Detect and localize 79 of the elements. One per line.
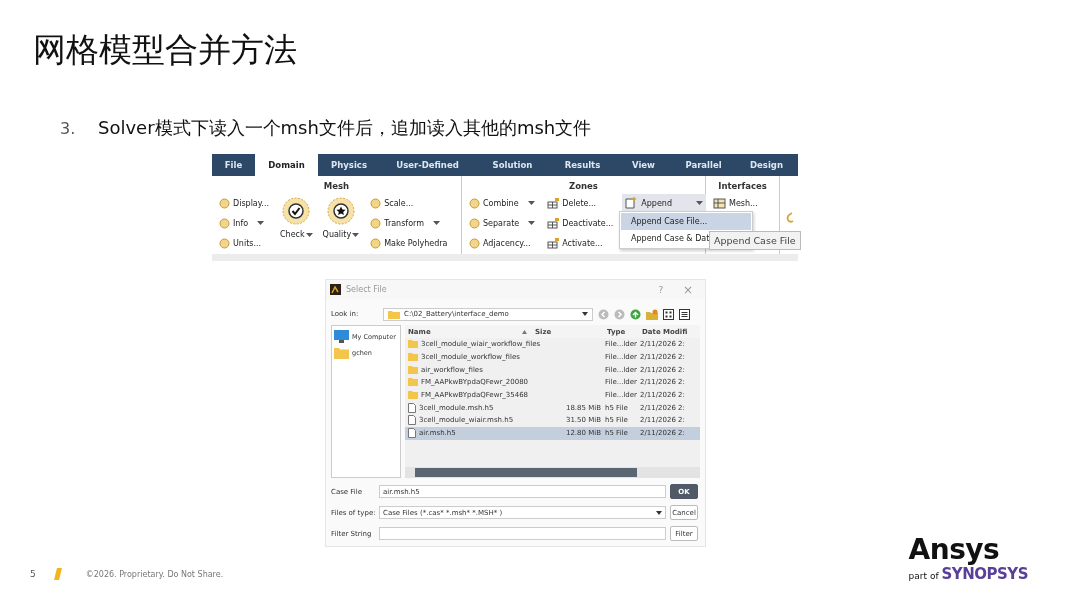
ribbon-large-button[interactable]: Quality [320, 194, 362, 242]
forward-icon[interactable] [614, 308, 625, 320]
caret-icon [433, 221, 440, 225]
caret-icon [656, 510, 662, 515]
file-icon [408, 402, 416, 413]
monitor-icon [334, 330, 349, 343]
slide-title: 网格模型合并方法 [33, 30, 297, 70]
ribbon-tab[interactable]: Solution [475, 154, 550, 176]
ribbon-tab[interactable]: View [615, 154, 672, 176]
tool-icon [469, 217, 480, 229]
copyright-text: ©2026. Proprietary. Do Not Share. [85, 569, 224, 579]
list-number: 3. [60, 119, 77, 138]
group-title: Interfaces [718, 181, 767, 192]
icon-view-icon[interactable] [663, 308, 674, 320]
slash-icon [53, 568, 62, 580]
mesh-icon [713, 197, 726, 209]
menu-item[interactable]: Append Case File... [621, 213, 751, 230]
group-title: Mesh [323, 181, 350, 192]
tool-icon [370, 197, 382, 209]
page-number: 5 [30, 569, 36, 579]
ribbon-button[interactable]: Transform [367, 214, 451, 232]
tool-icon [219, 217, 230, 229]
caret-icon [257, 221, 265, 225]
tool-icon [370, 217, 382, 229]
back-icon[interactable] [598, 308, 609, 320]
list-view-icon[interactable] [679, 308, 690, 320]
ribbon-button[interactable]: Deactivate... [544, 214, 617, 232]
ribbon-button[interactable]: Make Polyhedra [367, 234, 451, 252]
filter-string-field[interactable] [379, 527, 666, 540]
ribbon-button[interactable]: Display... [216, 194, 272, 212]
table-icon [547, 217, 560, 229]
folder-icon [334, 347, 349, 359]
file-icon [408, 415, 416, 426]
horizontal-scrollbar[interactable] [405, 467, 700, 478]
ribbon-button[interactable]: Scale... [367, 194, 451, 212]
table-icon [547, 197, 560, 209]
company-logo: Ansys part of SYNOPSYS [908, 535, 1028, 583]
up-arrow-icon[interactable] [630, 308, 641, 320]
caret-icon [696, 201, 704, 205]
file-icon [408, 428, 416, 439]
ribbon-button[interactable]: Append [622, 194, 707, 212]
ribbon-tab[interactable]: Design [735, 154, 798, 176]
table-icon [547, 237, 560, 249]
check-mark-icon [282, 197, 311, 225]
ribbon-button[interactable]: Mesh... [710, 194, 761, 212]
ribbon-tab[interactable]: User-Defined [380, 154, 475, 176]
ribbon-button[interactable]: Delete... [544, 194, 617, 212]
ribbon-tab[interactable]: Parallel [672, 154, 735, 176]
tool-icon [219, 237, 230, 249]
tool-icon [469, 237, 480, 249]
ribbon-tab[interactable]: Results [550, 154, 615, 176]
ribbon-tab[interactable]: File [212, 154, 255, 176]
new-folder-icon[interactable] [646, 308, 658, 320]
ribbon-button[interactable]: Adjacency... [466, 234, 539, 252]
tool-icon [370, 237, 382, 249]
tool-icon [219, 197, 230, 209]
dialog-title: Select File [346, 285, 388, 294]
ribbon-tab[interactable]: Domain [255, 154, 318, 176]
bullet-text: Solver模式下读入一个msh文件后，追加读入其他的msh文件 [98, 116, 592, 140]
page-icon [625, 197, 639, 209]
ribbon-button[interactable]: Combine [466, 194, 539, 212]
tool-icon [469, 197, 480, 209]
group-title: Zones [569, 181, 598, 192]
caret-icon [352, 233, 360, 237]
ribbon-button[interactable]: Separate [466, 214, 539, 232]
app-icon [330, 284, 341, 295]
ribbon-large-button[interactable]: Check [278, 194, 315, 242]
ribbon-button[interactable]: Info [216, 214, 272, 232]
caret-icon [527, 201, 535, 205]
caret-icon [582, 312, 588, 316]
tooltip: Append Case File [709, 231, 801, 250]
folder-icon [388, 309, 400, 319]
ribbon-tab[interactable]: Physics [318, 154, 380, 176]
ribbon-button[interactable]: Units... [216, 234, 272, 252]
link-icon [784, 210, 794, 225]
ribbon-button[interactable]: Activate... [544, 234, 617, 252]
caret-icon [305, 233, 313, 237]
caret-icon [528, 221, 536, 225]
sort-arrow-icon [522, 329, 527, 334]
